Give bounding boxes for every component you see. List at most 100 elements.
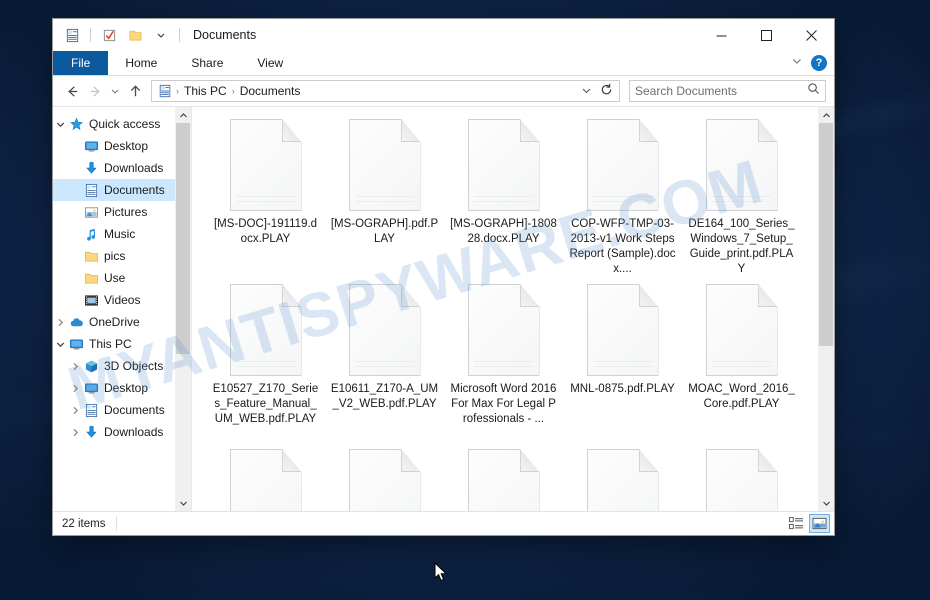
expand-ribbon-chevron-down-icon[interactable] <box>791 54 803 72</box>
sidebar-item-label: Use <box>104 271 126 285</box>
file-item[interactable]: MNL-0875.pdf.PLAY <box>563 280 682 445</box>
scroll-track[interactable] <box>818 123 834 495</box>
up-button[interactable] <box>124 80 146 102</box>
folder-icon[interactable] <box>124 24 146 46</box>
file-item[interactable] <box>682 445 801 511</box>
sidebar-item-videos[interactable]: Videos <box>53 289 191 311</box>
sidebar-item-pics[interactable]: pics <box>53 245 191 267</box>
scroll-down-arrow-icon[interactable] <box>818 495 834 511</box>
music-icon <box>83 227 100 242</box>
chevron-collapsed-icon[interactable] <box>68 384 83 393</box>
close-button[interactable] <box>789 19 834 51</box>
scroll-thumb[interactable] <box>819 123 833 347</box>
scroll-up-arrow-icon[interactable] <box>175 107 191 123</box>
sidebar-item-documents[interactable]: Documents <box>53 179 191 201</box>
scroll-down-arrow-icon[interactable] <box>175 495 191 511</box>
large-icons-view-button[interactable] <box>809 514 830 533</box>
refresh-icon[interactable] <box>598 83 617 99</box>
tab-home[interactable]: Home <box>108 51 174 75</box>
sidebar-item-desktop[interactable]: Desktop <box>53 377 191 399</box>
scroll-thumb[interactable] <box>176 123 190 354</box>
recent-locations-chevron-down-icon[interactable] <box>107 80 123 102</box>
file-list-pane[interactable]: [MS-DOC]-191119.docx.PLAY [MS-OGRAPH].pdf… <box>192 107 834 511</box>
file-item[interactable]: [MS-OGRAPH]-180828.docx.PLAY <box>444 115 563 280</box>
chevron-expanded-icon[interactable] <box>53 120 68 129</box>
address-bar[interactable]: › This PC › Documents <box>151 80 620 102</box>
status-bar: 22 items <box>53 511 834 535</box>
maximize-button[interactable] <box>744 19 789 51</box>
sidebar-item-use[interactable]: Use <box>53 267 191 289</box>
details-view-button[interactable] <box>786 514 807 533</box>
sidebar-item-label: pics <box>104 249 126 263</box>
forward-button[interactable] <box>84 80 106 102</box>
document-icon <box>83 183 100 198</box>
breadcrumb-documents[interactable]: Documents <box>236 84 305 98</box>
sidebar-item-this-pc[interactable]: This PC <box>53 333 191 355</box>
customize-dropdown-icon[interactable] <box>150 24 172 46</box>
file-item[interactable] <box>325 445 444 511</box>
blank-document-icon <box>229 449 302 511</box>
file-name-label: DE164_100_Series_Windows_7_Setup_Guide_p… <box>688 218 795 275</box>
sidebar-item-music[interactable]: Music <box>53 223 191 245</box>
document-icon <box>83 403 100 418</box>
ribbon-right-controls: ? <box>791 51 834 75</box>
help-icon[interactable]: ? <box>811 55 827 71</box>
tab-file[interactable]: File <box>53 51 109 75</box>
chevron-collapsed-icon[interactable] <box>68 428 83 437</box>
breadcrumb-this-pc[interactable]: This PC <box>180 84 231 98</box>
sidebar-item-desktop[interactable]: Desktop <box>53 135 191 157</box>
blank-document-icon <box>467 119 540 211</box>
folder-icon <box>83 249 100 264</box>
navigation-pane: Quick access Desktop Downloads Documents Pic… <box>53 107 192 511</box>
download-icon <box>83 161 100 176</box>
chevron-collapsed-icon[interactable] <box>68 406 83 415</box>
sidebar-item-quick-access[interactable]: Quick access <box>53 113 191 135</box>
file-item[interactable]: MOAC_Word_2016_Core.pdf.PLAY <box>682 280 801 445</box>
scroll-up-arrow-icon[interactable] <box>818 107 834 123</box>
file-item[interactable]: E10611_Z170-A_UM_V2_WEB.pdf.PLAY <box>325 280 444 445</box>
sidebar-item-label: Pictures <box>104 205 148 219</box>
chevron-expanded-icon[interactable] <box>53 340 68 349</box>
file-pane-scrollbar[interactable] <box>818 107 834 511</box>
sidebar-item-label: This PC <box>89 337 132 351</box>
file-item[interactable]: COP-WFP-TMP-03-2013-v1 Work Steps Report… <box>563 115 682 280</box>
file-item[interactable]: Microsoft Word 2016 For Max For Legal Pr… <box>444 280 563 445</box>
sidebar-item-pictures[interactable]: Pictures <box>53 201 191 223</box>
file-item[interactable]: [MS-DOC]-191119.docx.PLAY <box>206 115 325 280</box>
minimize-button[interactable] <box>699 19 744 51</box>
file-name-label: MNL-0875.pdf.PLAY <box>570 383 675 395</box>
chevron-collapsed-icon[interactable] <box>53 318 68 327</box>
file-item[interactable]: E10527_Z170_Series_Feature_Manual_UM_WEB… <box>206 280 325 445</box>
status-divider <box>116 516 118 531</box>
file-item[interactable] <box>206 445 325 511</box>
chevron-collapsed-icon[interactable] <box>68 362 83 371</box>
tab-view[interactable]: View <box>240 51 300 75</box>
file-item[interactable]: DE164_100_Series_Windows_7_Setup_Guide_p… <box>682 115 801 280</box>
sidebar-item-onedrive[interactable]: OneDrive <box>53 311 191 333</box>
sidebar-item-downloads[interactable]: Downloads <box>53 157 191 179</box>
back-button[interactable] <box>61 80 83 102</box>
navigation-pane-scrollbar[interactable] <box>175 107 191 511</box>
item-count-label: 22 items <box>62 517 106 530</box>
sidebar-item-label: Documents <box>104 403 165 417</box>
sidebar-item-downloads[interactable]: Downloads <box>53 421 191 443</box>
file-name-label: E10611_Z170-A_UM_V2_WEB.pdf.PLAY <box>330 383 439 410</box>
search-icon[interactable] <box>807 82 820 100</box>
sidebar-item-label: Quick access <box>89 117 161 131</box>
picture-icon <box>83 205 100 220</box>
properties-icon[interactable] <box>61 24 83 46</box>
search-input[interactable]: Search Documents <box>635 84 807 98</box>
address-bar-row: › This PC › Documents Search Documents <box>53 76 834 106</box>
file-name-label: COP-WFP-TMP-03-2013-v1 Work Steps Report… <box>569 218 676 275</box>
sidebar-item-documents[interactable]: Documents <box>53 399 191 421</box>
file-item[interactable]: [MS-OGRAPH].pdf.PLAY <box>325 115 444 280</box>
file-item[interactable] <box>563 445 682 511</box>
tab-share[interactable]: Share <box>174 51 240 75</box>
sidebar-item-3d-objects[interactable]: 3D Objects <box>53 355 191 377</box>
monitor-icon <box>68 337 85 352</box>
new-folder-icon[interactable] <box>98 24 120 46</box>
scroll-track[interactable] <box>175 123 191 495</box>
address-dropdown-chevron-down-icon[interactable] <box>575 85 598 98</box>
search-box[interactable]: Search Documents <box>629 80 826 102</box>
file-item[interactable] <box>444 445 563 511</box>
